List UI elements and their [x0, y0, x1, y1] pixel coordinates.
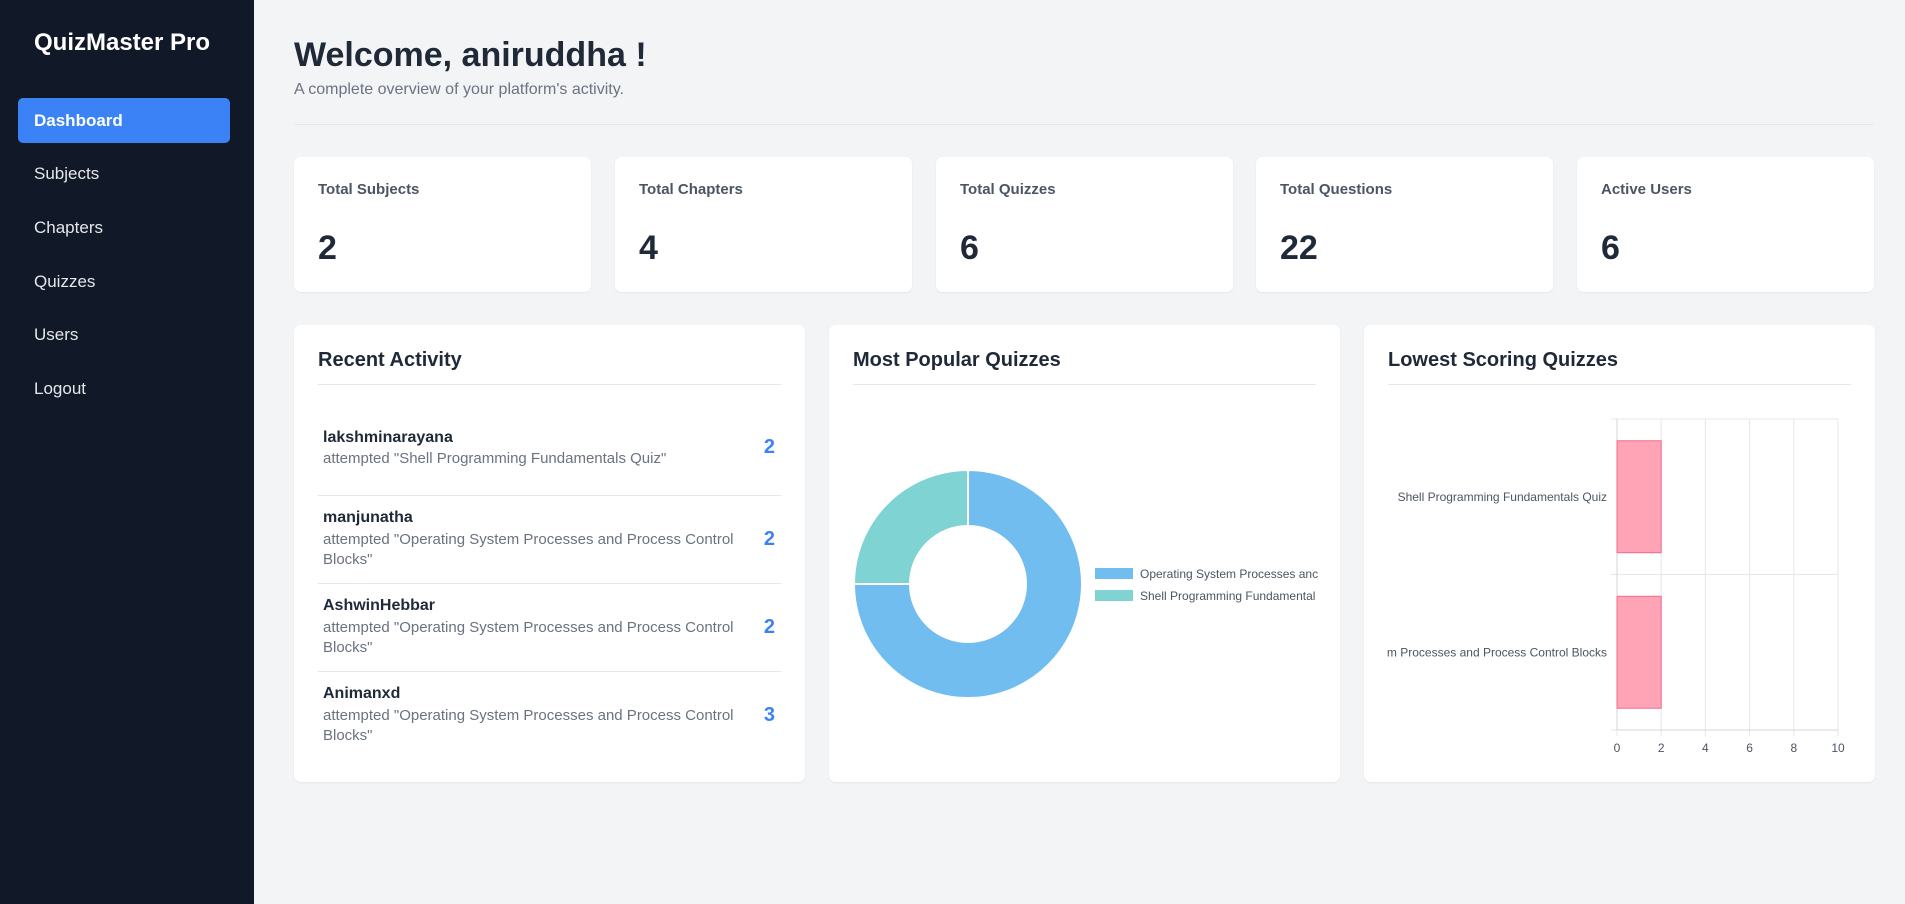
list-item[interactable]: AshwinHebbar attempted "Operating System… [318, 583, 781, 671]
activity-score: 2 [763, 528, 775, 550]
activity-description: attempted "Shell Programming Fundamental… [323, 450, 667, 467]
donut-slice[interactable] [852, 468, 969, 585]
stat-value: 4 [639, 229, 658, 267]
stat-value: 22 [1280, 229, 1318, 267]
popular-quizzes-panel: Most Popular Quizzes Operating System Pr… [829, 325, 1340, 782]
stat-card-questions: Total Questions 22 [1256, 157, 1553, 292]
list-item[interactable]: Animanxd attempted "Operating System Pro… [318, 671, 781, 759]
brand-logo: QuizMaster Pro [34, 29, 211, 56]
legend-label[interactable]: Shell Programming Fundamental [1140, 589, 1315, 603]
x-tick-label: 10 [1831, 741, 1845, 755]
page-subtitle: A complete overview of your platform's a… [294, 81, 624, 98]
sidebar: QuizMaster Pro Dashboard Subjects Chapte… [0, 0, 254, 904]
x-tick-label: 4 [1702, 741, 1709, 755]
x-tick-label: 2 [1658, 741, 1665, 755]
recent-activity-panel: Recent Activity lakshminarayana attempte… [294, 325, 805, 782]
list-divider [318, 583, 781, 584]
stat-label: Total Chapters [639, 181, 743, 198]
list-divider [318, 671, 781, 672]
stat-label: Active Users [1601, 181, 1692, 198]
activity-score: 2 [763, 436, 775, 458]
activity-user: manjunatha [323, 509, 413, 526]
activity-score: 2 [763, 616, 775, 638]
activity-user: Animanxd [323, 685, 401, 702]
list-item[interactable]: lakshminarayana attempted "Shell Program… [318, 420, 781, 495]
sidebar-item-logout[interactable]: Logout [18, 366, 230, 411]
activity-description: attempted "Operating System Processes an… [323, 707, 734, 744]
stat-value: 6 [960, 229, 979, 267]
x-tick-label: 6 [1746, 741, 1753, 755]
bar[interactable] [1616, 440, 1662, 554]
popular-quizzes-donut-chart: Operating System Processes anc Shell Prog… [852, 468, 1318, 699]
header-divider [294, 124, 1874, 125]
y-tick-label: Shell Programming Fundamentals Quiz [1398, 490, 1607, 504]
stat-card-active-users: Active Users 6 [1577, 157, 1874, 292]
legend-swatch [1095, 568, 1133, 579]
stat-value: 6 [1601, 229, 1620, 267]
activity-score: 3 [763, 704, 775, 726]
x-tick-label: 8 [1790, 741, 1797, 755]
legend-swatch [1095, 590, 1133, 601]
sidebar-item-dashboard[interactable]: Dashboard [18, 98, 230, 143]
sidebar-item-chapters[interactable]: Chapters [18, 205, 230, 250]
page-title: Welcome, aniruddha ! [294, 36, 647, 74]
activity-user: AshwinHebbar [323, 597, 436, 614]
lowest-scoring-bar-chart: 0 2 4 6 8 10 Shell Programming Fundamentals Qu… [1387, 418, 1845, 755]
sidebar-item-users[interactable]: Users [18, 312, 230, 357]
legend-label[interactable]: Operating System Processes anc [1140, 567, 1318, 581]
sidebar-item-quizzes[interactable]: Quizzes [18, 259, 230, 304]
stat-label: Total Subjects [318, 181, 420, 198]
bar[interactable] [1616, 595, 1662, 709]
stat-card-subjects: Total Subjects 2 [294, 157, 591, 292]
panel-title: Recent Activity [318, 349, 462, 371]
stat-label: Total Quizzes [960, 181, 1056, 198]
stat-card-chapters: Total Chapters 4 [615, 157, 912, 292]
x-tick-label: 0 [1614, 741, 1621, 755]
activity-description: attempted "Operating System Processes an… [323, 619, 734, 656]
activity-description: attempted "Operating System Processes an… [323, 531, 734, 568]
panel-divider [318, 384, 781, 385]
sidebar-item-subjects[interactable]: Subjects [18, 151, 230, 196]
y-tick-label: m Processes and Process Control Blocks [1387, 645, 1607, 659]
list-divider [318, 495, 781, 496]
stat-label: Total Questions [1280, 181, 1393, 198]
stat-card-quizzes: Total Quizzes 6 [936, 157, 1233, 292]
lowest-scoring-panel: Lowest Scoring Quizzes 0 2 4 6 8 10 Shell Prog… [1364, 325, 1875, 782]
stat-value: 2 [318, 229, 337, 267]
list-item[interactable]: manjunatha attempted "Operating System P… [318, 495, 781, 583]
activity-user: lakshminarayana [323, 429, 453, 446]
